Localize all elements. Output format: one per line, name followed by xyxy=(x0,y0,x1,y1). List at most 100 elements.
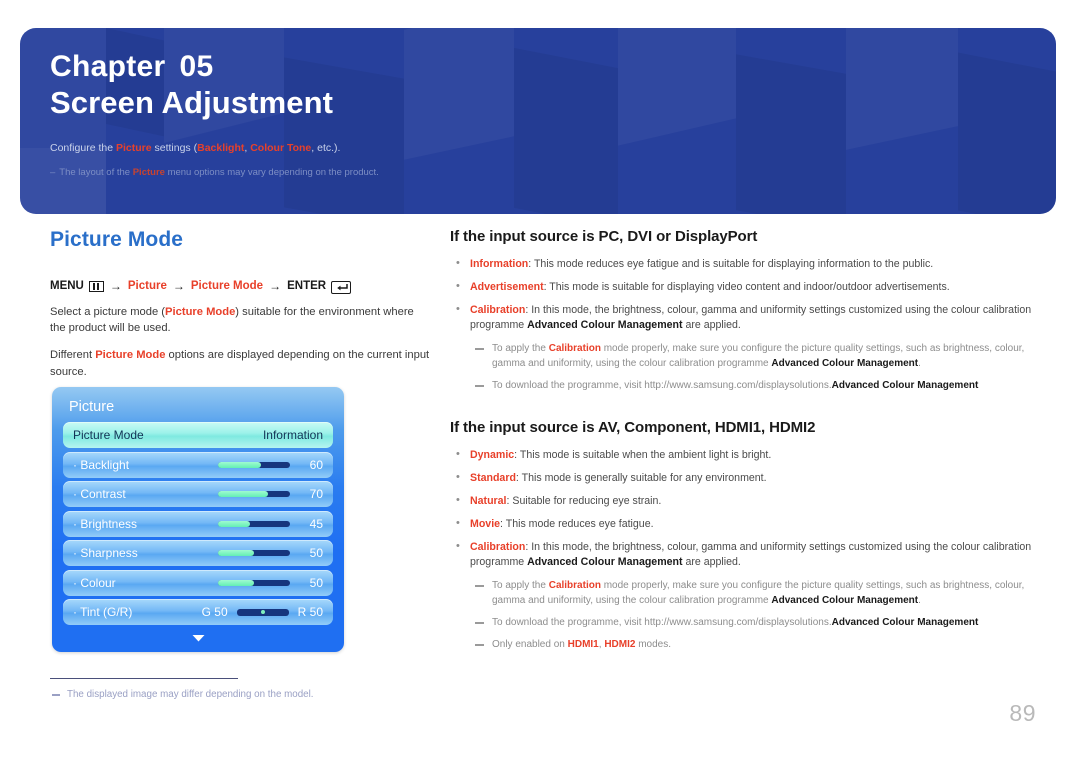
note-item: To download the programme, visit http://… xyxy=(470,378,1042,393)
note-segment-bold: Advanced Colour Management xyxy=(831,380,979,392)
heading-av-component-hdmi: If the input source is AV, Component, HD… xyxy=(450,419,816,437)
bullet-term: Standard xyxy=(470,472,516,485)
note-item: To apply the Calibration mode properly, … xyxy=(470,578,1042,608)
list-item: Standard: This mode is generally suitabl… xyxy=(450,470,1042,486)
bullet-text: : This mode is suitable when the ambient… xyxy=(514,449,772,462)
bullet-bold-term: Advanced Colour Management xyxy=(527,319,683,332)
note-segment-bold: Advanced Colour Management xyxy=(771,358,919,370)
bullet-term: Calibration xyxy=(470,541,526,554)
osd-row[interactable]: · Tint (G/R) G 50 R 50 xyxy=(63,599,333,625)
page-number: 89 xyxy=(1009,700,1036,726)
osd-slider[interactable] xyxy=(218,550,290,556)
right-column: If the input source is PC, DVI or Displa… xyxy=(450,228,1042,659)
list-item: Calibration: In this mode, the brightnes… xyxy=(450,539,1042,570)
osd-row[interactable]: · Brightness 45 xyxy=(63,510,333,537)
bullet-term: Dynamic xyxy=(470,449,515,462)
banner-desc-backlight: Backlight xyxy=(197,142,245,155)
note-segment-tail: . xyxy=(918,358,921,370)
bullet-tail: are applied. xyxy=(682,319,741,332)
note-segment-a: To apply the xyxy=(492,580,549,592)
footnote-divider xyxy=(50,678,238,680)
bullet-term: Information xyxy=(470,258,529,270)
para1-term: Picture Mode xyxy=(165,306,236,318)
footnote-text: The displayed image may differ depending… xyxy=(50,688,470,702)
osd-row-label: · Contrast xyxy=(73,487,126,501)
bullet-term: Natural xyxy=(470,495,507,508)
banner-desc-part2: settings ( xyxy=(151,142,198,155)
bullet-tail: are applied. xyxy=(682,556,741,569)
osd-row[interactable]: · Contrast 70 xyxy=(63,481,333,507)
banner-desc-colour-tone: Colour Tone xyxy=(250,142,312,155)
osd-tint-green-value: G 50 xyxy=(201,605,228,619)
banner-note: – The layout of the Picture menu options … xyxy=(50,166,1056,180)
osd-slider-fill xyxy=(218,520,251,527)
paragraph-select-mode: Select a picture mode (Picture Mode) sui… xyxy=(50,304,430,336)
osd-slider[interactable] xyxy=(218,520,290,527)
osd-row[interactable]: · Colour 50 xyxy=(63,569,333,596)
chapter-label: Chapter xyxy=(50,50,166,83)
note-segment-tail: . xyxy=(918,595,921,607)
footnote-block: The displayed image may differ depending… xyxy=(50,678,470,702)
path-item-picture-mode: Picture Mode xyxy=(190,280,264,292)
bullet-term: Movie xyxy=(470,518,501,531)
banner-desc-part1: Configure the xyxy=(50,142,116,155)
menu-label: MENU xyxy=(50,280,84,292)
para2-term: Picture Mode xyxy=(95,349,166,362)
osd-row-value: Information xyxy=(262,428,323,442)
chapter-number: 05 xyxy=(179,50,214,83)
caret-down-icon[interactable] xyxy=(63,629,333,647)
bullet-text: : This mode reduces eye fatigue and is s… xyxy=(528,258,934,270)
note-segment-bold: Advanced Colour Management xyxy=(831,617,979,629)
bullet-term: Advertisement xyxy=(470,281,544,294)
banner-note-picture: Picture xyxy=(132,166,165,178)
path-arrow-1: → xyxy=(109,279,122,293)
paragraph-different-modes: Different Picture Mode options are displ… xyxy=(50,347,430,379)
note-segment-a: To download the xyxy=(492,617,568,629)
note-segment-red3: HDMI2 xyxy=(604,639,636,651)
bullet-bold-term: Advanced Colour Management xyxy=(527,556,683,569)
osd-row[interactable]: · Sharpness 50 xyxy=(63,540,333,566)
list-item: Natural: Suitable for reducing eye strai… xyxy=(450,493,1042,509)
menu-path-breadcrumb: MENU → Picture → Picture Mode → ENTER xyxy=(50,279,430,294)
note-item: To download the programme, visit http://… xyxy=(470,615,1042,630)
osd-row[interactable]: Picture Mode Information xyxy=(63,422,333,448)
banner-desc-picture: Picture xyxy=(115,142,152,155)
list-item: Calibration: In this mode, the brightnes… xyxy=(450,302,1042,333)
bullet-term: Calibration xyxy=(470,304,526,317)
osd-picture-menu[interactable]: Picture Picture Mode Information · Backlig… xyxy=(52,387,344,652)
banner-note-part1: The layout of the xyxy=(59,166,133,178)
chapter-heading: Chapter 05 xyxy=(50,50,1056,84)
note-segment-red: Calibration xyxy=(548,580,601,592)
bullet-text: : This mode reduces eye fatigue. xyxy=(500,518,654,531)
bullet-list-pc: Information: This mode reduces eye fatig… xyxy=(450,256,1042,333)
note-segment-bold: Advanced Colour Management xyxy=(771,595,919,607)
osd-row-label: · Backlight xyxy=(73,457,130,472)
osd-tint-bar[interactable] xyxy=(236,608,289,616)
list-item: Advertisement: This mode is suitable for… xyxy=(450,279,1042,295)
note-item: To apply the Calibration mode properly, … xyxy=(470,341,1042,371)
osd-row-label: Picture Mode xyxy=(73,428,144,442)
bullet-list-av: Dynamic: This mode is suitable when the … xyxy=(450,447,1042,570)
osd-slider-value: 50 xyxy=(309,546,323,560)
osd-row[interactable]: · Backlight 60 xyxy=(63,451,333,478)
osd-slider-fill xyxy=(218,461,262,468)
note-segment-red: Calibration xyxy=(548,343,601,355)
note-segment-a: To apply the xyxy=(492,343,549,355)
bullet-text: : Suitable for reducing eye strain. xyxy=(506,495,662,508)
chapter-title: Screen Adjustment xyxy=(50,84,334,120)
note-segment-b: programme, visit http://www.samsung.com/… xyxy=(567,617,832,629)
enter-label: ENTER xyxy=(287,280,327,292)
enter-return-icon xyxy=(331,280,352,294)
osd-slider[interactable] xyxy=(218,491,290,497)
chapter-banner: Chapter 05 Screen Adjustment Configure th… xyxy=(20,28,1056,214)
osd-slider[interactable] xyxy=(218,579,290,586)
bullet-text: : This mode is suitable for displaying v… xyxy=(543,281,950,294)
note-segment-b: modes. xyxy=(635,639,672,651)
note-segment-red2: HDMI1 xyxy=(567,639,599,651)
bullet-text: : This mode is generally suitable for an… xyxy=(515,472,767,485)
osd-slider[interactable] xyxy=(218,461,290,468)
path-item-picture: Picture xyxy=(127,280,167,292)
osd-slider-fill xyxy=(218,550,254,556)
osd-tint-control[interactable]: G 50 R 50 xyxy=(202,605,323,619)
manual-page: Chapter 05 Screen Adjustment Configure th… xyxy=(0,0,1080,763)
